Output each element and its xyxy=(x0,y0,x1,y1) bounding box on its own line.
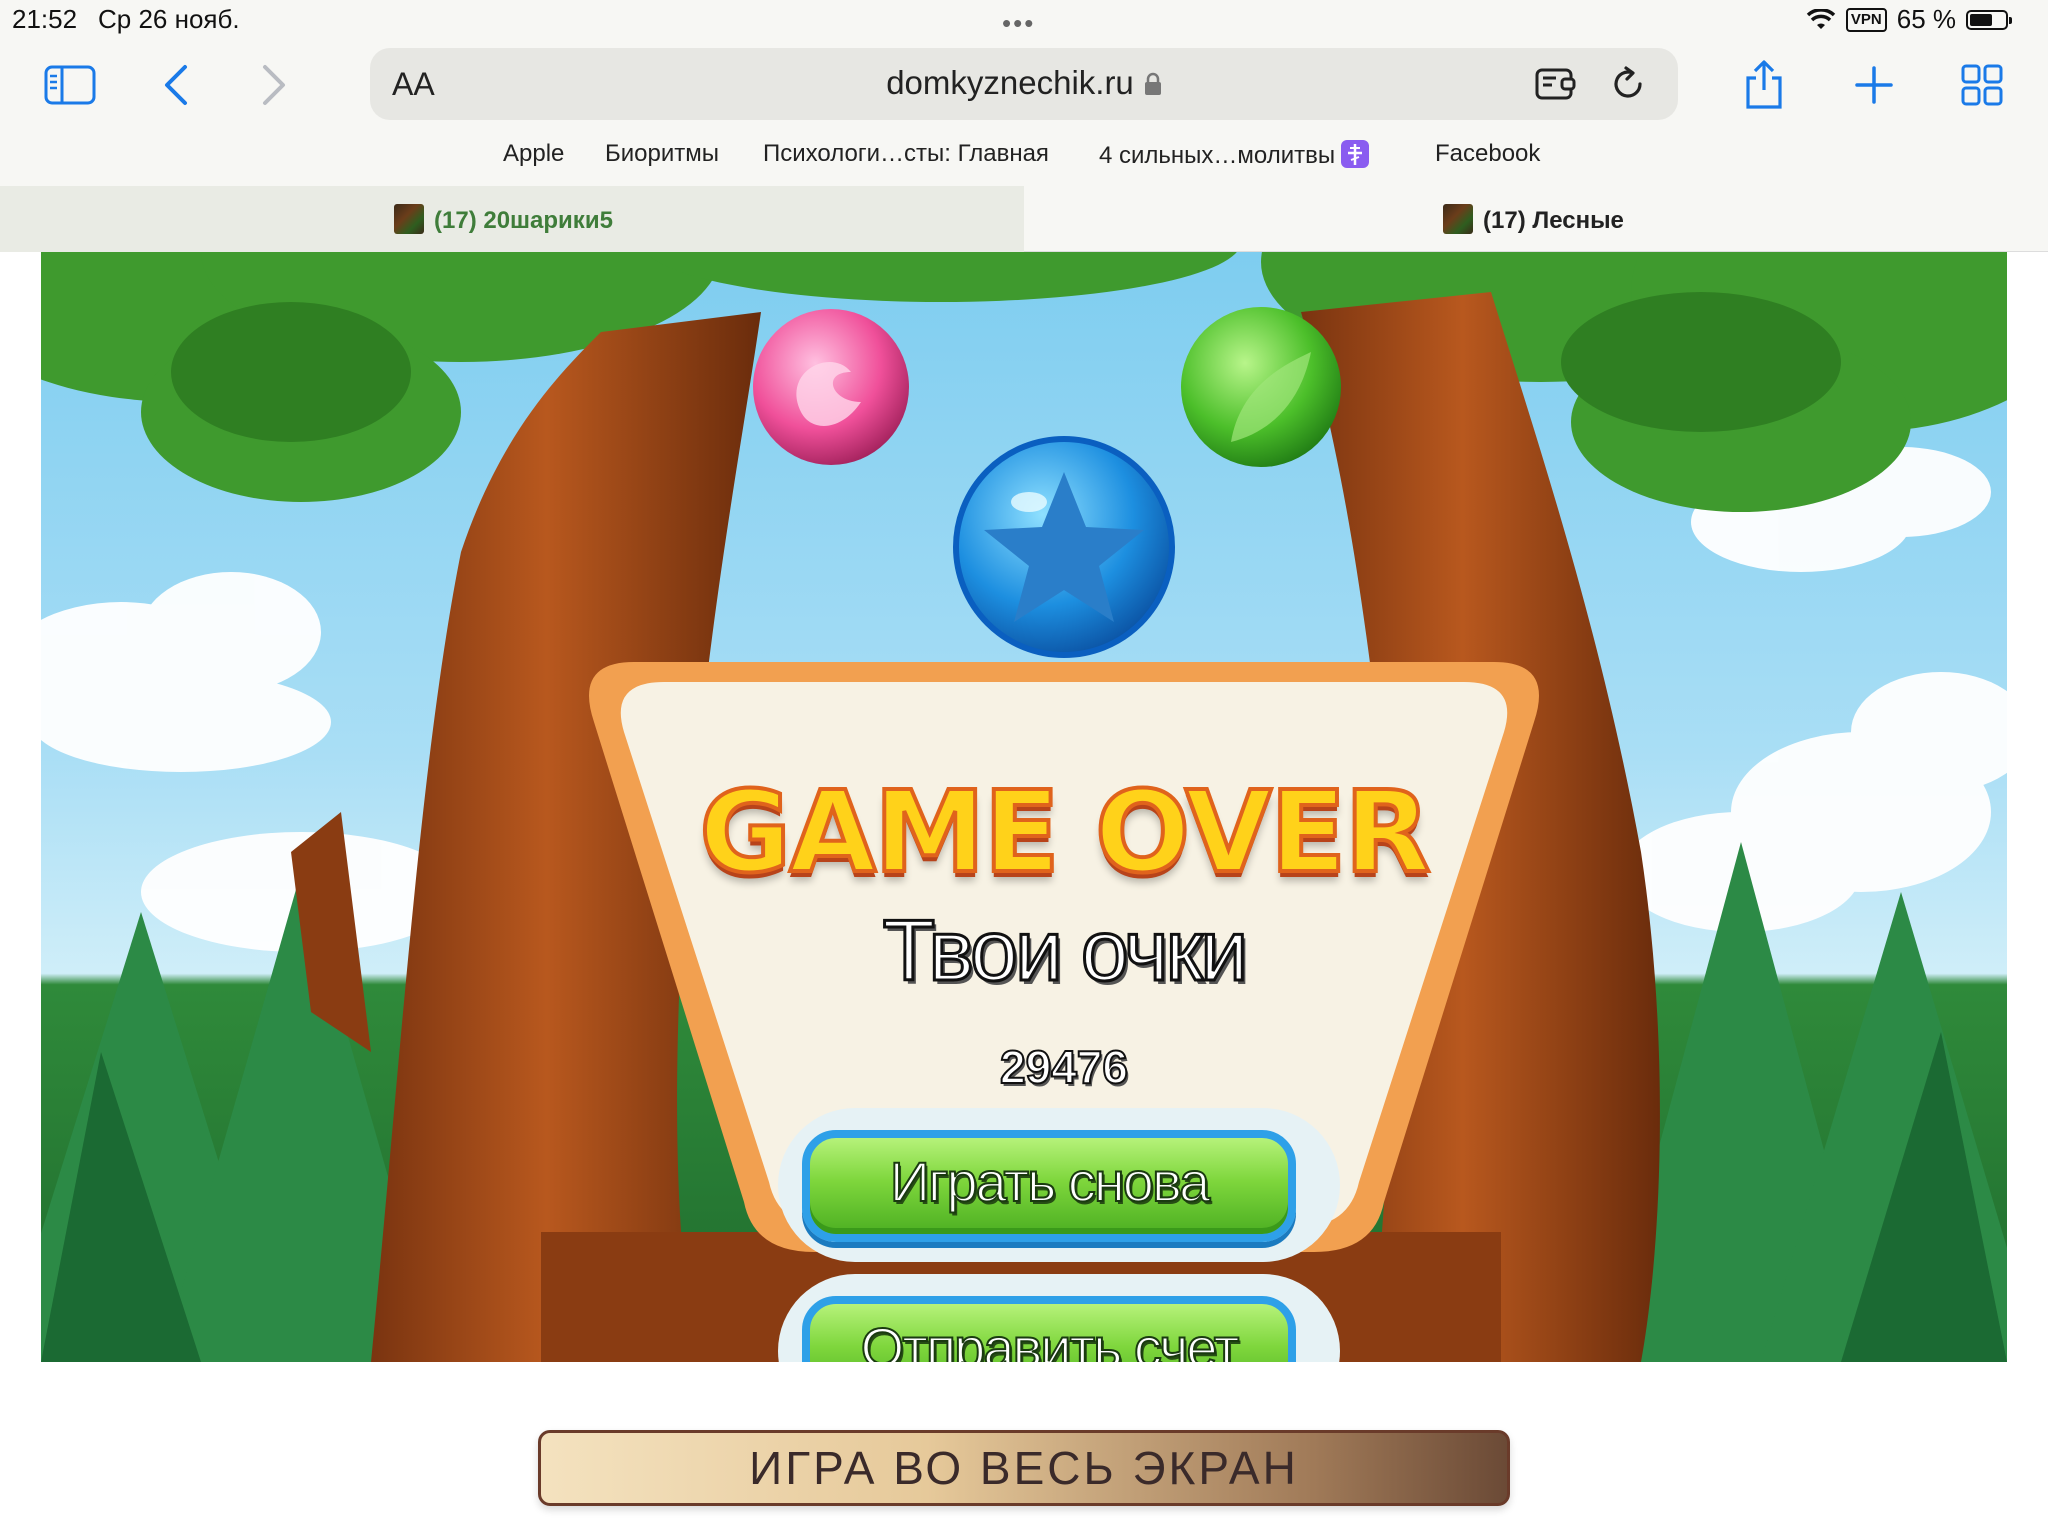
tab-favicon xyxy=(1443,204,1473,234)
wifi-icon xyxy=(1806,8,1836,29)
favorite-facebook[interactable]: Facebook xyxy=(1435,140,1540,168)
game-canvas[interactable]: GAME OVER Твои очки 29476 Играть снова О… xyxy=(41,252,2007,1362)
battery-icon xyxy=(1966,9,2012,30)
score-label: Твои очки xyxy=(881,902,1250,1001)
forward-arrow-icon[interactable] xyxy=(244,60,304,110)
reload-icon[interactable] xyxy=(1608,64,1648,104)
tab-lesnye[interactable]: (17) Лесные xyxy=(1024,186,2048,252)
sidebar-toggle-icon[interactable] xyxy=(40,60,100,110)
tab-title-wrap: (17) Лесные xyxy=(1443,204,1624,235)
favorite-prayers[interactable]: 4 сильных…молитвы xyxy=(1099,140,1370,170)
url-display[interactable]: domkyznechik.ru xyxy=(370,64,1678,102)
favorites-bar: Apple Биоритмы Психологи…сты: Главная 4 … xyxy=(0,140,2048,174)
lock-icon xyxy=(1144,72,1161,95)
address-bar[interactable]: AA domkyznechik.ru xyxy=(370,48,1678,120)
share-icon[interactable] xyxy=(1734,60,1794,110)
status-date: Ср 26 нояб. xyxy=(98,4,240,34)
tab-title-wrap: (17) 20шарики5 xyxy=(394,204,613,235)
url-text: domkyznechik.ru xyxy=(886,64,1134,101)
favorite-apple[interactable]: Apple xyxy=(503,140,564,168)
submit-score-button[interactable]: Отправить счет xyxy=(802,1296,1296,1362)
tab-20shariki[interactable]: (17) 20шарики5 xyxy=(0,186,1024,252)
battery-percent: 65 % xyxy=(1896,4,1956,34)
tab-title: (17) Лесные xyxy=(1483,207,1624,234)
star-ball-icon xyxy=(953,436,1175,658)
tab-favicon xyxy=(394,204,424,234)
status-time: 21:52 xyxy=(12,4,78,34)
favorite-biorhythms[interactable]: Биоритмы xyxy=(605,140,719,168)
favorite-prayers-label: 4 сильных…молитвы xyxy=(1099,142,1336,169)
game-over-title: GAME OVER xyxy=(697,766,1432,900)
tab-overview-icon[interactable] xyxy=(1952,60,2012,110)
fullscreen-game-button[interactable]: ИГРА ВО ВЕСЬ ЭКРАН xyxy=(538,1430,1510,1506)
new-tab-plus-icon[interactable] xyxy=(1844,60,1904,110)
battery-fill xyxy=(1970,13,1992,26)
tab-bar: (17) 20шарики5 × (17) Лесные xyxy=(0,186,2048,252)
play-again-button[interactable]: Играть снова xyxy=(802,1130,1296,1242)
browser-chrome: 21:52 Ср 26 нояб. ••• VPN 65 % AA domkyz… xyxy=(0,0,2048,252)
favorite-psychologists[interactable]: Психологи…сты: Главная xyxy=(763,140,1049,168)
score-value: 29476 xyxy=(999,1040,1129,1094)
tab-title: (17) 20шарики5 xyxy=(434,207,613,234)
vpn-badge: VPN xyxy=(1845,7,1887,32)
back-arrow-icon[interactable] xyxy=(146,60,206,110)
multitasking-dots-icon[interactable]: ••• xyxy=(1002,8,1035,39)
game-over-dialog: GAME OVER Твои очки 29476 Играть снова О… xyxy=(574,436,1554,1362)
orthodox-cross-icon xyxy=(1341,140,1370,168)
reader-extension-icon[interactable] xyxy=(1534,64,1578,104)
status-indicators: VPN 65 % xyxy=(1806,4,2012,35)
